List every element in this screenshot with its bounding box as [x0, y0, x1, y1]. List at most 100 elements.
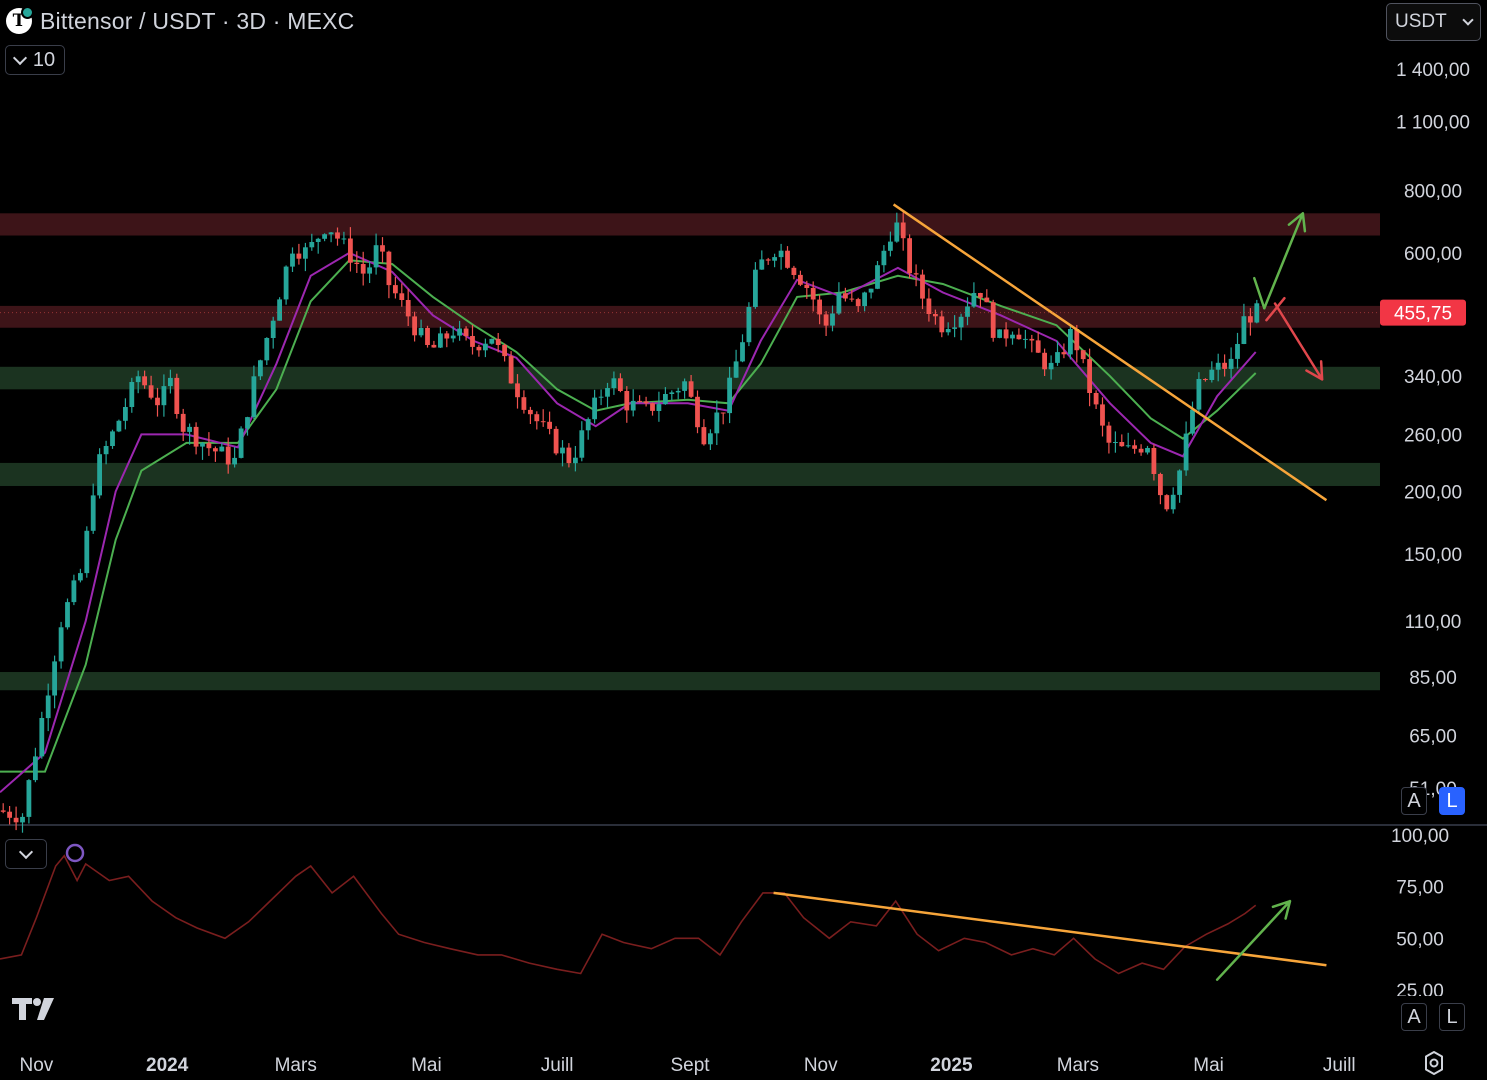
indicator-bullish-arrow[interactable]	[1215, 899, 1292, 981]
candle-body[interactable]	[1035, 340, 1041, 353]
candle-body[interactable]	[643, 401, 649, 404]
ma-period-toggle[interactable]: 10	[5, 45, 65, 75]
candle-body[interactable]	[418, 328, 424, 336]
candle-body[interactable]	[238, 428, 244, 458]
candle-body[interactable]	[592, 397, 597, 420]
candle-body[interactable]	[322, 234, 327, 239]
candle-body[interactable]	[270, 320, 276, 338]
candle-body[interactable]	[463, 328, 469, 337]
candle-body[interactable]	[888, 241, 893, 251]
alert-icon[interactable]	[65, 843, 85, 863]
candle-body[interactable]	[277, 299, 282, 321]
candle-body[interactable]	[817, 299, 822, 315]
candle-body[interactable]	[534, 414, 540, 422]
candle-body[interactable]	[778, 250, 784, 258]
candle-body[interactable]	[405, 300, 411, 317]
candle-body[interactable]	[708, 433, 713, 445]
candle-body[interactable]	[495, 338, 501, 345]
candle-body[interactable]	[650, 403, 655, 411]
candle-body[interactable]	[688, 381, 694, 397]
candle-body[interactable]	[290, 253, 295, 267]
candle-body[interactable]	[245, 417, 250, 429]
candle-body[interactable]	[598, 396, 604, 398]
candle-body[interactable]	[444, 333, 450, 339]
price-axis[interactable]: 455,75 1 400,00 1 100,00 800,00 600,00 340,00…	[1380, 60, 1470, 800]
candle-body[interactable]	[772, 257, 777, 261]
candle-body[interactable]	[1042, 352, 1047, 370]
candle-body[interactable]	[1061, 352, 1067, 355]
candle-body[interactable]	[1138, 448, 1144, 453]
candle-body[interactable]	[187, 426, 192, 432]
candle-body[interactable]	[669, 392, 675, 394]
candle-body[interactable]	[110, 431, 115, 446]
candle-body[interactable]	[978, 293, 983, 298]
candle-body[interactable]	[1222, 362, 1227, 369]
candle-body[interactable]	[810, 288, 816, 300]
candle-body[interactable]	[913, 273, 919, 275]
candle-body[interactable]	[566, 447, 572, 464]
candle-body[interactable]	[296, 253, 302, 259]
candle-body[interactable]	[309, 242, 315, 248]
candle-body[interactable]	[283, 266, 289, 300]
candle-body[interactable]	[1029, 338, 1035, 341]
candle-body[interactable]	[605, 388, 610, 397]
candle-body[interactable]	[630, 400, 636, 411]
candle-body[interactable]	[20, 816, 25, 823]
candle-body[interactable]	[354, 262, 360, 264]
candle-body[interactable]	[997, 329, 1002, 338]
candle-body[interactable]	[528, 409, 533, 415]
candle-body[interactable]	[714, 412, 720, 434]
candle-body[interactable]	[515, 383, 520, 398]
candle-body[interactable]	[836, 293, 842, 314]
candle-body[interactable]	[656, 404, 662, 411]
candle-body[interactable]	[52, 661, 57, 696]
candle-body[interactable]	[855, 299, 861, 307]
log-scale-button[interactable]: L	[1439, 787, 1465, 815]
auto-scale-button[interactable]: A	[1401, 787, 1427, 815]
candle-body[interactable]	[90, 495, 96, 531]
candle-body[interactable]	[135, 376, 141, 383]
candle-body[interactable]	[348, 238, 353, 263]
candle-body[interactable]	[360, 264, 366, 274]
candle-body[interactable]	[200, 443, 205, 447]
candle-body[interactable]	[315, 238, 321, 242]
candle-body[interactable]	[1100, 404, 1105, 426]
candle-body[interactable]	[45, 695, 51, 719]
candle-body[interactable]	[521, 397, 527, 410]
candle-body[interactable]	[682, 381, 687, 391]
candle-body[interactable]	[193, 426, 199, 447]
candle-body[interactable]	[1145, 448, 1150, 453]
settings-gear-icon[interactable]	[1421, 1050, 1447, 1076]
candle-body[interactable]	[303, 247, 308, 259]
candle-body[interactable]	[1093, 393, 1099, 405]
candle-body[interactable]	[399, 293, 405, 300]
candle-body[interactable]	[0, 810, 6, 812]
candle-body[interactable]	[65, 602, 70, 628]
candle-body[interactable]	[695, 396, 700, 428]
candle-body[interactable]	[984, 297, 990, 303]
time-axis[interactable]: Nov 2024 Mars Mai Juill Sept Nov 2025 Mars Mai Jui…	[20, 1055, 1356, 1076]
candle-body[interactable]	[624, 391, 630, 411]
candle-body[interactable]	[58, 627, 64, 662]
candle-body[interactable]	[483, 343, 488, 351]
candle-body[interactable]	[1228, 358, 1234, 369]
candle-body[interactable]	[958, 316, 964, 328]
candle-body[interactable]	[1113, 442, 1118, 443]
candle-body[interactable]	[232, 457, 237, 465]
candle-body[interactable]	[129, 382, 135, 407]
candle-body[interactable]	[1068, 329, 1073, 355]
candle-body[interactable]	[457, 328, 462, 336]
candle-body[interactable]	[573, 457, 578, 464]
candle-body[interactable]	[168, 377, 173, 387]
tradingview-logo[interactable]	[10, 994, 62, 1022]
candle-body[interactable]	[933, 314, 938, 317]
candle-body[interactable]	[438, 333, 443, 348]
candle-body[interactable]	[1158, 474, 1163, 496]
candle-body[interactable]	[431, 344, 437, 348]
symbol-title[interactable]: Bittensor / USDT · 3D · MEXC	[40, 8, 354, 35]
candle-body[interactable]	[701, 427, 707, 445]
candle-body[interactable]	[225, 446, 231, 465]
candle-body[interactable]	[155, 397, 160, 406]
candle-body[interactable]	[1203, 379, 1208, 380]
candle-body[interactable]	[843, 293, 848, 299]
